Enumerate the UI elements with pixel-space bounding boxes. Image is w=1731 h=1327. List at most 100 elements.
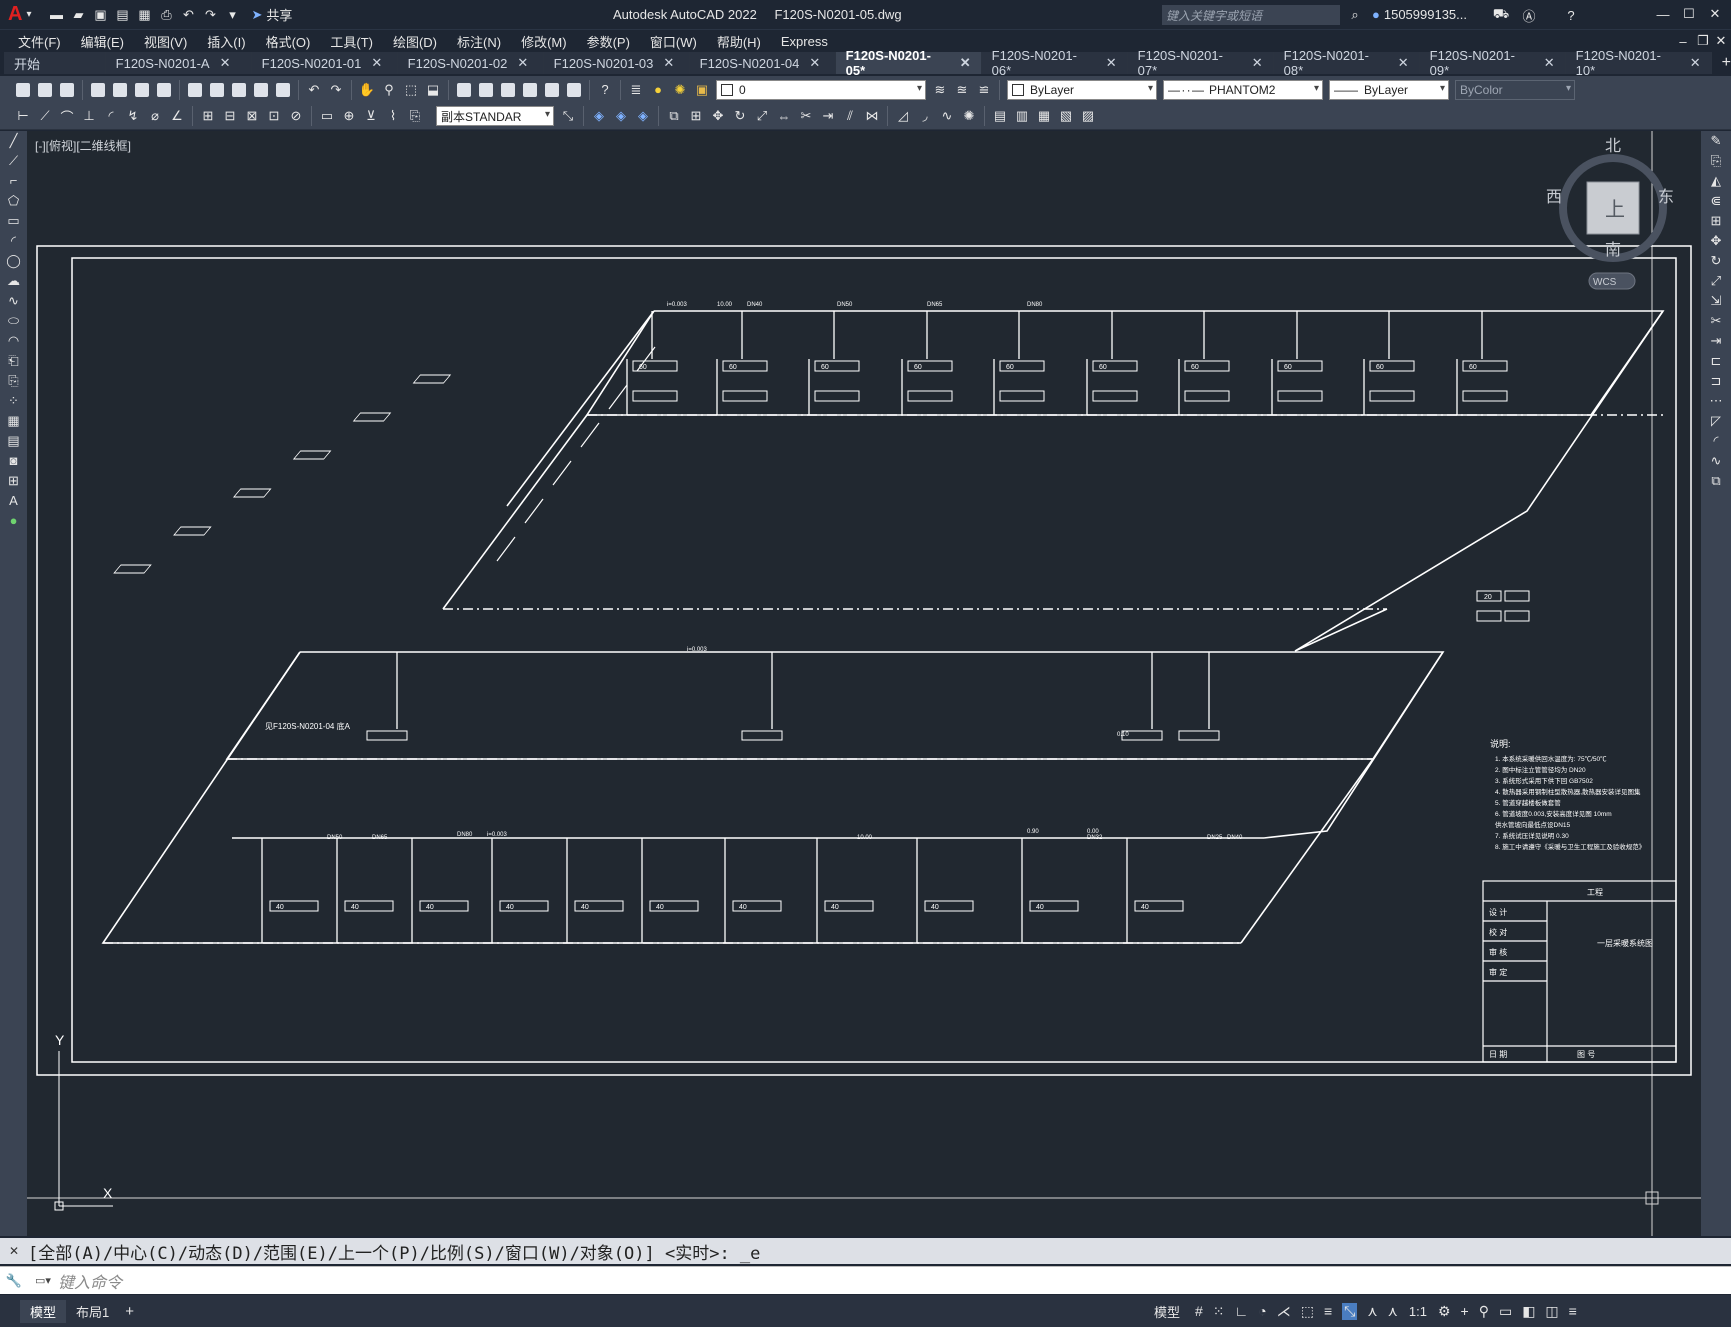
hatch-icon[interactable]: ▦ <box>0 411 27 431</box>
block-editor-icon[interactable] <box>276 82 290 97</box>
menu-edit[interactable]: 编辑(E) <box>77 32 128 51</box>
add-selected-icon[interactable]: ● <box>0 511 27 531</box>
radius-icon[interactable]: ◜ <box>102 107 120 125</box>
rectangle-icon[interactable]: ▭ <box>0 211 27 231</box>
draworder-front-icon[interactable]: ▥ <box>1013 107 1031 125</box>
customize-icon[interactable]: ≡ <box>1569 1303 1577 1319</box>
web-mobile-icon[interactable]: ▦ <box>135 6 153 24</box>
menu-modify[interactable]: 修改(M) <box>517 32 571 51</box>
modify-array-icon[interactable]: ⊞ <box>687 107 705 125</box>
autoscale-icon[interactable]: ⋏ <box>1388 1303 1398 1320</box>
make-current-icon[interactable]: ≋ <box>931 81 949 99</box>
tab-file[interactable]: F120S-N0201-A ✕ <box>105 52 252 74</box>
cut-icon[interactable] <box>188 82 202 97</box>
annotation-monitor-icon[interactable]: ⚲ <box>1479 1303 1489 1320</box>
command-recent-icon[interactable]: ▭▾ <box>28 1274 58 1287</box>
hardware-acceleration-icon[interactable]: ◫ <box>1545 1303 1558 1320</box>
plotstyle-dropdown[interactable]: ByColor ▾ <box>1455 79 1575 100</box>
open-file-icon[interactable]: ▰ <box>69 6 87 24</box>
zoom-previous-icon[interactable]: ⬓ <box>424 81 442 99</box>
modify-blend-icon[interactable]: ∿ <box>938 107 956 125</box>
tab-file[interactable]: F120S-N0201-09* ✕ <box>1419 48 1566 78</box>
tab-close-icon[interactable]: ✕ <box>1106 55 1117 71</box>
modify-stretch-icon[interactable]: ⇔ <box>775 107 793 125</box>
modify-chamfer-icon[interactable]: ◿ <box>894 107 912 125</box>
insert-block-icon[interactable]: ⎗ <box>0 351 27 371</box>
arc-length-icon[interactable]: ⌒ <box>58 107 76 125</box>
layer-bulb-icon[interactable]: ● <box>649 81 667 99</box>
lineweight-icon[interactable]: ≡ <box>1324 1303 1332 1319</box>
extend-icon[interactable]: ⇥ <box>1701 331 1731 351</box>
selection-cycling-icon[interactable]: ⤡ <box>1342 1302 1358 1320</box>
tab-close-icon[interactable]: ✕ <box>371 55 382 71</box>
minimize-icon[interactable]: — <box>1654 5 1672 23</box>
model-tab[interactable]: 模型 <box>20 1299 67 1323</box>
menu-help[interactable]: 帮助(H) <box>713 32 765 51</box>
tab-close-icon[interactable]: ✕ <box>809 55 820 71</box>
blend-curves-icon[interactable]: ∿ <box>1701 451 1731 471</box>
modify-explode-icon[interactable]: ✺ <box>960 107 978 125</box>
tab-start[interactable]: 开始 <box>4 52 106 74</box>
search-input[interactable]: 键入关键字或短语 <box>1166 7 1262 24</box>
gradient-icon[interactable]: ▤ <box>0 431 27 451</box>
close-window-icon[interactable]: ✕ <box>1706 5 1724 23</box>
new-file-icon[interactable]: ▬ <box>47 6 65 24</box>
undo-toolbar-icon[interactable]: ↶ <box>305 81 323 99</box>
help-icon[interactable]: ? <box>1562 6 1580 24</box>
open-icon[interactable] <box>38 82 52 97</box>
modify-join-icon[interactable]: ⋈ <box>863 107 881 125</box>
modify-copy-icon[interactable]: ◈ <box>612 107 630 125</box>
autocad-logo-icon[interactable]: A <box>8 3 22 26</box>
color-dropdown[interactable]: ByLayer ▾ <box>1007 79 1157 100</box>
make-block-icon[interactable]: ⎘ <box>0 371 27 391</box>
user-account[interactable]: ● 1505999135... <box>1372 7 1467 22</box>
angular-icon[interactable]: ∠ <box>168 107 186 125</box>
modify-break-icon[interactable]: ⫽ <box>841 107 859 125</box>
tab-close-icon[interactable]: ✕ <box>1252 55 1263 71</box>
array-icon[interactable]: ⊞ <box>1701 211 1731 231</box>
chamfer-icon[interactable]: ◸ <box>1701 411 1731 431</box>
layer-sun-icon[interactable]: ✺ <box>671 81 689 99</box>
new-tab-icon[interactable]: + <box>1722 54 1731 72</box>
layer-previous-icon[interactable]: ≊ <box>953 81 971 99</box>
mtext-icon[interactable]: A <box>0 491 27 511</box>
rotate-icon[interactable]: ↻ <box>1701 251 1731 271</box>
dimension-break-icon[interactable]: ⊘ <box>287 107 305 125</box>
snap-icon[interactable]: ⁙ <box>1213 1303 1225 1320</box>
modify-extend-icon[interactable]: ⇥ <box>819 107 837 125</box>
tab-file[interactable]: F120S-N0201-05* ✕ <box>835 48 982 78</box>
spline-icon[interactable]: ∿ <box>0 291 27 311</box>
drawing-viewport[interactable]: [-][俯视][二维线框] 60 60 60 60 60 60 60 60 60… <box>27 131 1701 1236</box>
jogged-icon[interactable]: ↯ <box>124 107 142 125</box>
copy-icon[interactable] <box>210 82 224 97</box>
explode-icon[interactable]: ⧉ <box>1701 471 1731 491</box>
tab-file[interactable]: F120S-N0201-01 ✕ <box>251 52 398 74</box>
modify-scale-icon[interactable]: ⤢ <box>753 107 771 125</box>
continue-icon[interactable]: ⊠ <box>243 107 261 125</box>
preview-icon[interactable] <box>113 82 127 97</box>
point-icon[interactable]: ⁘ <box>0 391 27 411</box>
erase-icon[interactable]: ✎ <box>1701 131 1731 151</box>
mirror-icon[interactable]: ◭ <box>1701 171 1731 191</box>
redo-icon[interactable]: ↷ <box>201 6 219 24</box>
menu-tools[interactable]: 工具(T) <box>326 32 377 51</box>
menu-file[interactable]: 文件(F) <box>14 32 65 51</box>
circle-icon[interactable]: ◯ <box>0 251 27 271</box>
linetype-dropdown[interactable]: — · · — PHANTOM2 ▾ <box>1163 79 1323 100</box>
offset-icon[interactable]: ⋐ <box>1701 191 1731 211</box>
tab-file[interactable]: F120S-N0201-02 ✕ <box>397 52 544 74</box>
tab-file[interactable]: F120S-N0201-10* ✕ <box>1565 48 1712 78</box>
plot-toolbar-icon[interactable] <box>91 82 105 97</box>
tab-close-icon[interactable]: ✕ <box>1690 55 1701 71</box>
match-properties-icon[interactable] <box>254 82 268 97</box>
draworder-icon[interactable]: ▤ <box>991 107 1009 125</box>
modify-erase-icon[interactable]: ◈ <box>590 107 608 125</box>
menu-parametric[interactable]: 参数(P) <box>583 32 634 51</box>
drawing-canvas[interactable]: 60 60 60 60 60 60 60 60 60 60 40 40 40 40 40 40 40 40 40 40… <box>27 131 1701 1236</box>
annotation-visibility-icon[interactable]: ⋏ <box>1367 1303 1377 1320</box>
command-line[interactable]: 🔧 ▭▾ 键入命令 <box>0 1266 1731 1294</box>
tab-close-icon[interactable]: ✕ <box>663 55 674 71</box>
markup-icon[interactable] <box>545 82 559 97</box>
line-icon[interactable]: ╱ <box>0 131 27 151</box>
arc-icon[interactable]: ◜ <box>0 231 27 251</box>
